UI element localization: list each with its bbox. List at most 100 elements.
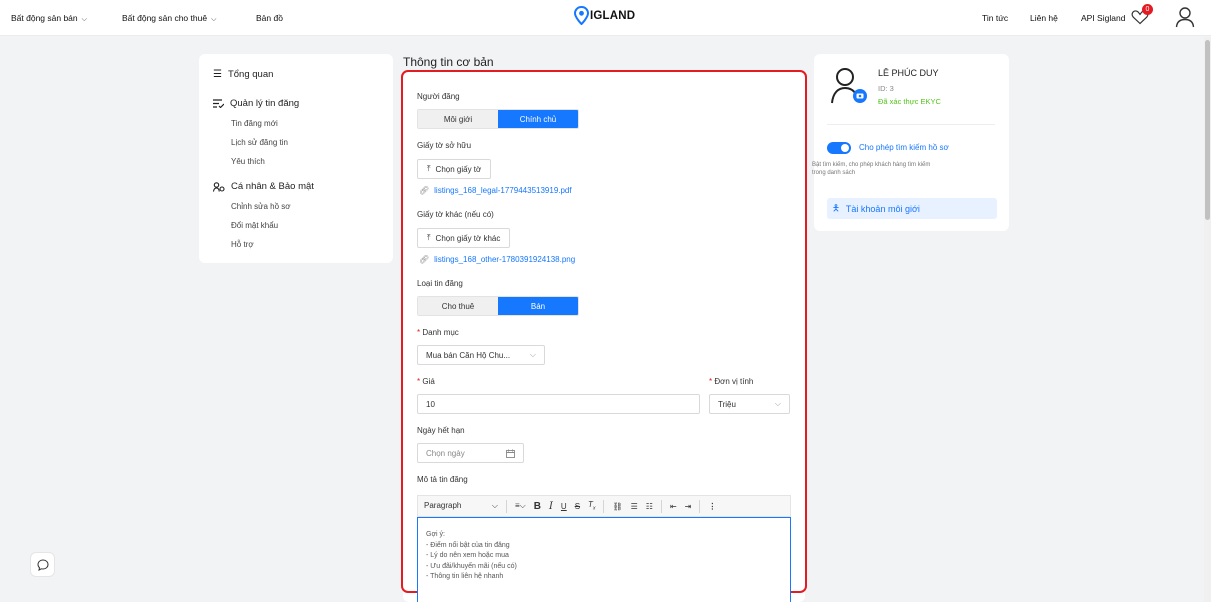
broker-account-label: Tài khoản môi giới	[845, 203, 920, 214]
file-name: listings_168_other-1780391924138.png	[434, 255, 576, 264]
price-value: 10	[426, 399, 435, 409]
price-label: * Giá	[417, 377, 435, 386]
user-gear-icon	[213, 181, 225, 192]
user-avatar-icon	[831, 68, 867, 104]
indent-icon[interactable]: ⇥	[685, 502, 692, 511]
person-icon: 🯅	[832, 202, 840, 213]
upload-icon: ⤒	[427, 164, 431, 173]
chevron-down-icon: ⌵	[211, 16, 217, 23]
sidebar-item-new-listing[interactable]: Tin đăng mới	[231, 119, 278, 128]
expiry-date-picker[interactable]: Chọn ngày	[417, 443, 524, 463]
bold-icon[interactable]: B	[534, 501, 541, 512]
sidebar-item-change-password[interactable]: Đổi mật khẩu	[231, 221, 278, 230]
numbered-list-icon[interactable]: ☷	[646, 502, 653, 511]
price-input[interactable]: 10	[417, 394, 700, 414]
sidebar-item-edit-profile[interactable]: Chỉnh sửa hồ sơ	[231, 202, 291, 211]
category-label: * Danh mục	[417, 328, 459, 337]
sidebar-section-personal: Cá nhân & Bảo mật	[213, 181, 314, 192]
nav-api[interactable]: API Sigland	[1081, 13, 1125, 23]
sidebar-item-favorites[interactable]: Yêu thích	[231, 157, 265, 166]
chevron-down-icon: ⌵	[529, 350, 536, 359]
poster-label: Người đăng	[417, 92, 460, 101]
align-icon[interactable]: ≡⌵	[515, 501, 526, 511]
profile-name: LÊ PHÚC DUY	[878, 68, 939, 78]
chevron-down-icon: ⌵	[774, 399, 781, 408]
sidebar-item-support[interactable]: Hỗ trợ	[231, 240, 254, 249]
toolbar-divider	[660, 499, 662, 513]
avatar[interactable]	[829, 66, 869, 106]
nav-for-sale[interactable]: Bất động sản bán ⌵	[11, 13, 87, 24]
file-name: listings_168_legal-1779443513919.pdf	[434, 186, 572, 195]
sidebar-section-title: Cá nhân & Bảo mật	[231, 181, 314, 192]
user-icon	[1175, 7, 1195, 28]
other-doc-file-link[interactable]: 🔗︎ listings_168_other-1780391924138.png	[419, 255, 575, 264]
hint-line: - Lý do nên xem hoặc mua	[426, 552, 509, 559]
more-options-icon[interactable]: ⋮	[708, 502, 716, 511]
outdent-icon[interactable]: ⇤	[670, 502, 677, 511]
scrollbar-thumb[interactable]	[1205, 40, 1210, 220]
chat-button[interactable]	[30, 552, 55, 577]
desc-line: Bật tìm kiếm, cho phép khách hàng tìm ki…	[812, 162, 931, 168]
sidebar-item-overview[interactable]: ☰ Tổng quan	[213, 69, 273, 80]
ekyc-status: Đã xác thực EKYC	[878, 97, 941, 106]
poster-option-owner[interactable]: Chính chủ	[498, 110, 578, 128]
button-label: Chọn giấy tờ khác	[435, 233, 501, 243]
description-editor[interactable]: Gợi ý: - Điểm nổi bật của tin đăng - Lý …	[417, 517, 791, 602]
listing-manage-icon	[213, 99, 224, 108]
category-select[interactable]: Mua bán Căn Hộ Chu... ⌵	[417, 345, 545, 365]
paperclip-icon: 🔗︎	[419, 186, 430, 195]
listing-type-label: Loại tin đăng	[417, 279, 463, 288]
italic-icon[interactable]: I	[549, 501, 553, 512]
clear-format-icon[interactable]: Tx	[588, 500, 595, 512]
unit-value: Triệu	[718, 399, 736, 409]
poster-segmented: Môi giới Chính chủ	[417, 109, 579, 129]
search-toggle-label: Cho phép tìm kiếm hồ sơ	[859, 143, 949, 152]
block-format-select[interactable]: Paragraph ⌵	[424, 501, 498, 511]
listing-type-segmented: Cho thuê Bán	[417, 296, 579, 316]
profile-id: ID: 3	[878, 84, 894, 93]
upload-icon: ⤒	[427, 233, 431, 242]
paperclip-icon: 🔗︎	[419, 255, 430, 264]
logo-text: IGLAND	[590, 9, 636, 22]
sigland-logo[interactable]: IGLAND	[574, 6, 635, 25]
toolbar-divider	[506, 499, 507, 513]
sidebar-item-history[interactable]: Lịch sử đăng tin	[231, 138, 288, 147]
hint-line: - Ưu đãi/khuyến mãi (nếu có)	[426, 562, 517, 570]
strikethrough-icon[interactable]: S	[575, 502, 580, 511]
nav-for-rent[interactable]: Bất động sản cho thuê ⌵	[122, 13, 216, 24]
chevron-down-icon: ⌵	[81, 16, 87, 23]
choose-other-doc-button[interactable]: ⤒ Chọn giấy tờ khác	[417, 228, 511, 248]
divider	[827, 124, 995, 125]
toolbar-divider	[699, 499, 701, 513]
chat-icon	[36, 558, 49, 571]
nav-news[interactable]: Tin tức	[982, 13, 1008, 23]
underline-icon[interactable]: U	[561, 502, 567, 511]
search-toggle-description: Bật tìm kiếm, cho phép khách hàng tìm ki…	[812, 161, 1007, 177]
nav-map[interactable]: Bản đồ	[256, 13, 283, 23]
bullet-list-icon[interactable]: ☰	[631, 502, 638, 511]
chevron-down-icon: ⌵	[491, 501, 498, 510]
link-icon[interactable]: ⛓︎	[612, 502, 622, 511]
category-value: Mua bán Căn Hộ Chu...	[426, 350, 511, 360]
description-label: Mô tả tin đăng	[417, 475, 468, 484]
other-doc-label: Giấy tờ khác (nếu có)	[417, 210, 494, 219]
editor-toolbar: Paragraph ⌵ ≡⌵ B I U S Tx ⛓︎ ☰ ☷ ⇤ ⇥ ⋮	[417, 495, 791, 517]
ownership-doc-label: Giấy tờ sở hữu	[417, 141, 472, 150]
nav-contact[interactable]: Liên hệ	[1030, 13, 1058, 23]
user-menu-button[interactable]	[1175, 6, 1195, 30]
listing-type-rent[interactable]: Cho thuê	[418, 297, 498, 315]
location-pin-icon	[574, 6, 589, 25]
choose-ownership-doc-button[interactable]: ⤒ Chọn giấy tờ	[417, 159, 492, 179]
favorites-badge: 0	[1142, 4, 1153, 15]
toolbar-divider	[603, 499, 605, 513]
poster-option-broker[interactable]: Môi giới	[418, 110, 498, 128]
hint-line: Gợi ý:	[426, 531, 445, 538]
expiry-label: Ngày hết hạn	[417, 426, 465, 435]
ownership-doc-file-link[interactable]: 🔗︎ listings_168_legal-1779443513919.pdf	[419, 186, 572, 195]
broker-account-button[interactable]: 🯅 Tài khoản môi giới	[827, 198, 997, 219]
search-profile-toggle[interactable]	[827, 142, 851, 154]
unit-select[interactable]: Triệu ⌵	[709, 394, 790, 414]
list-icon: ☰	[213, 69, 222, 80]
listing-type-sale[interactable]: Bán	[498, 297, 578, 315]
expiry-placeholder: Chọn ngày	[426, 448, 465, 458]
